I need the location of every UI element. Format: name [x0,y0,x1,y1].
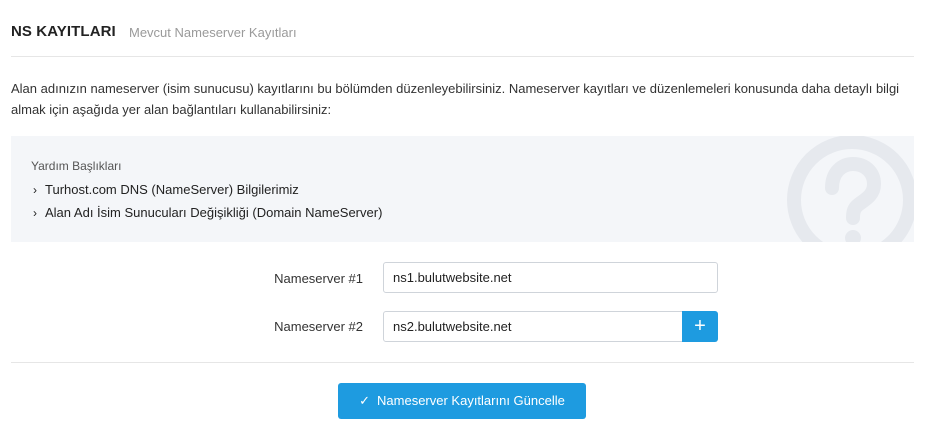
plus-icon: + [694,315,706,337]
page-title: NS KAYITLARI [11,23,116,40]
nameserver-2-input[interactable] [383,311,683,342]
help-title: Yardım Başlıkları [31,159,122,173]
nameserver-1-label: Nameserver #1 [274,271,363,286]
update-nameservers-button[interactable]: ✓ Nameserver Kayıtlarını Güncelle [338,383,586,419]
divider [11,362,914,363]
nameserver-1-input[interactable] [383,262,718,293]
check-icon: ✓ [359,393,371,408]
help-link-label: Turhost.com DNS (NameServer) Bilgilerimi… [45,182,299,197]
help-link-nameserver-change[interactable]: › Alan Adı İsim Sunucuları Değişikliği (D… [33,205,382,220]
nameserver-2-label: Nameserver #2 [274,319,363,334]
page-header: NS KAYITLARI Mevcut Nameserver Kayıtları [11,0,914,57]
chevron-right-icon: › [33,206,37,220]
update-nameservers-label: Nameserver Kayıtlarını Güncelle [377,393,565,408]
add-nameserver-button[interactable]: + [682,311,718,342]
page-subtitle: Mevcut Nameserver Kayıtları [129,25,297,40]
page-description: Alan adınızın nameserver (isim sunucusu)… [11,81,900,117]
question-circle-icon [787,136,914,242]
help-box: Yardım Başlıkları › Turhost.com DNS (Name… [11,136,914,242]
help-link-dns-info[interactable]: › Turhost.com DNS (NameServer) Bilgilerim… [33,182,299,197]
help-link-label: Alan Adı İsim Sunucuları Değişikliği (Do… [45,205,383,220]
chevron-right-icon: › [33,183,37,197]
